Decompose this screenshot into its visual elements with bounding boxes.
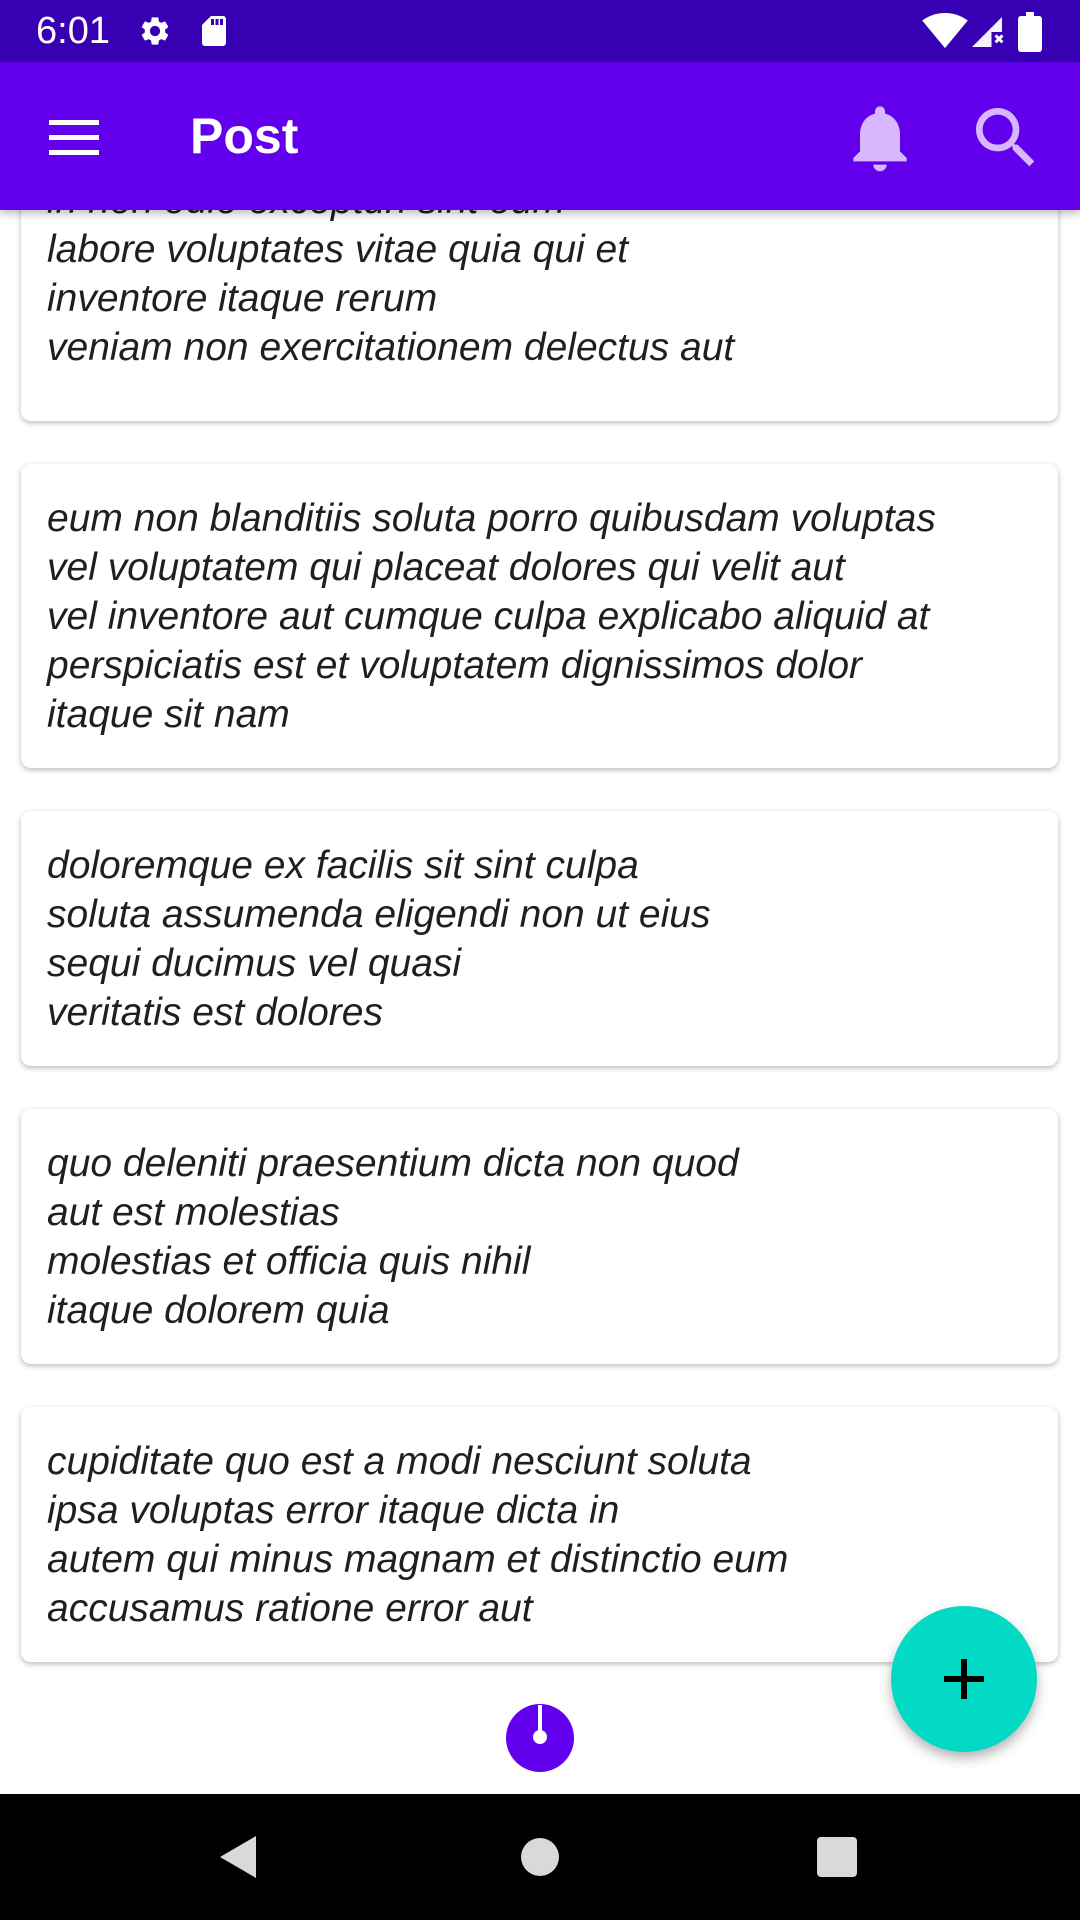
post-card[interactable]: in non odio excepturi sint eum labore vo…	[21, 210, 1058, 421]
menu-button[interactable]	[34, 98, 114, 178]
app-bar: Post	[0, 62, 1080, 210]
recents-icon[interactable]	[817, 1837, 857, 1877]
post-body: in non odio excepturi sint eum labore vo…	[47, 210, 735, 369]
post-body: quo deleniti praesentium dicta non quod …	[47, 1142, 739, 1332]
navigation-bar	[0, 1794, 1080, 1920]
screen: 6:01 Post labore voluptates vitae quia q…	[0, 0, 1080, 1920]
post-card[interactable]: doloremque ex facilis sit sint culpa sol…	[21, 811, 1058, 1066]
post-list[interactable]: in non odio excepturi sint eum labore vo…	[0, 210, 1080, 1794]
status-time: 6:01	[36, 10, 110, 52]
post-card[interactable]: cupiditate quo est a modi nesciunt solut…	[21, 1407, 1058, 1662]
notifications-button[interactable]	[840, 98, 920, 178]
post-body: eum non blanditiis soluta porro quibusda…	[47, 497, 936, 736]
app-title: Post	[190, 108, 299, 164]
battery-icon	[1018, 12, 1042, 52]
progress-spinner-icon	[506, 1704, 574, 1772]
home-icon[interactable]	[520, 1837, 560, 1877]
plus-icon	[944, 1659, 984, 1699]
add-post-button[interactable]	[891, 1606, 1037, 1752]
search-button[interactable]	[966, 98, 1046, 178]
post-body: doloremque ex facilis sit sint culpa sol…	[47, 844, 711, 1034]
post-card[interactable]: quo deleniti praesentium dicta non quod …	[21, 1109, 1058, 1364]
status-bar: 6:01	[0, 0, 1080, 62]
menu-icon	[49, 120, 99, 155]
signal-icon	[972, 17, 1004, 47]
wifi-icon	[922, 12, 968, 49]
gear-icon	[141, 17, 169, 45]
post-card[interactable]: eum non blanditiis soluta porro quibusda…	[21, 464, 1058, 768]
bell-icon	[853, 106, 907, 172]
post-body: cupiditate quo est a modi nesciunt solut…	[47, 1440, 789, 1630]
sd-card-icon	[202, 16, 226, 46]
back-icon[interactable]	[216, 1832, 260, 1882]
search-icon	[976, 108, 1035, 167]
